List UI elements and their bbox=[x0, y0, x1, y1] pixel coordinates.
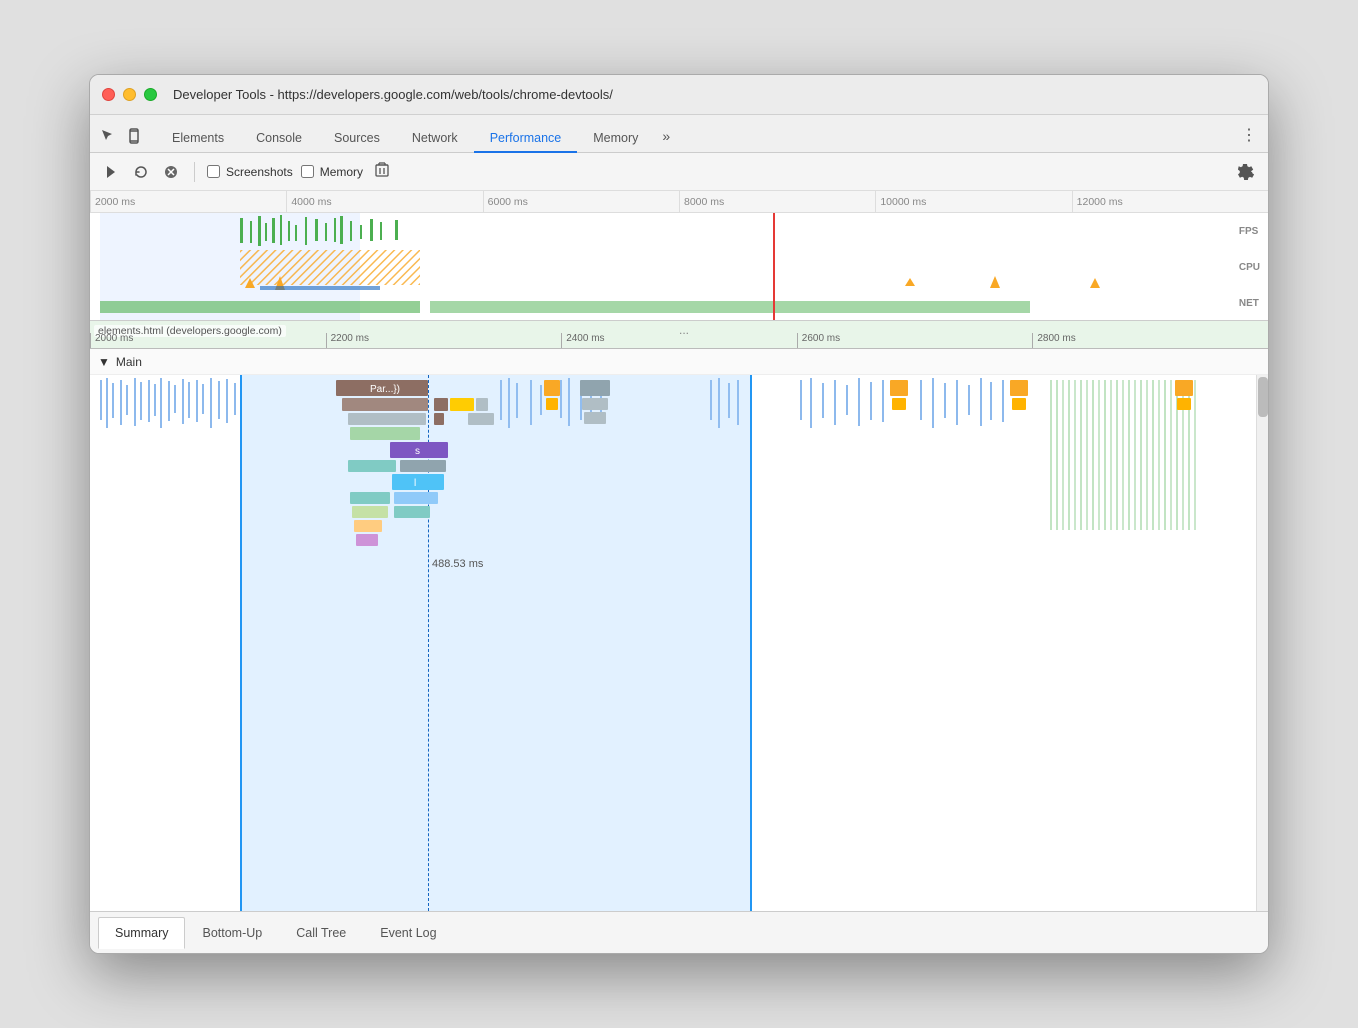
overview-mark-2200: 2200 ms bbox=[326, 333, 562, 349]
ruler-mark-10000: 10000 ms bbox=[875, 191, 1071, 212]
svg-text:488.53 ms: 488.53 ms bbox=[432, 558, 484, 570]
more-options-icon[interactable]: ⋮ bbox=[1238, 124, 1260, 146]
cpu-track bbox=[90, 248, 1268, 293]
tab-elements[interactable]: Elements bbox=[156, 125, 240, 153]
flame-chart-content[interactable]: Par...}) s l bbox=[90, 375, 1268, 911]
tab-call-tree[interactable]: Call Tree bbox=[279, 917, 363, 949]
toolbar: Screenshots Memory bbox=[90, 153, 1268, 191]
tab-event-log[interactable]: Event Log bbox=[363, 917, 453, 949]
tool-icons bbox=[98, 126, 144, 152]
flame-section: ▼ Main bbox=[90, 349, 1268, 911]
bottom-tabs-bar: Summary Bottom-Up Call Tree Event Log bbox=[90, 911, 1268, 953]
tab-sources[interactable]: Sources bbox=[318, 125, 396, 153]
title-bar: Developer Tools - https://developers.goo… bbox=[90, 75, 1268, 115]
tabs-more-button[interactable]: » bbox=[654, 122, 678, 152]
ruler-marks: 2000 ms 4000 ms 6000 ms 8000 ms 10000 ms… bbox=[90, 191, 1268, 212]
flame-scrollbar[interactable] bbox=[1256, 375, 1268, 911]
ruler-mark-12000: 12000 ms bbox=[1072, 191, 1268, 212]
ruler-mark-6000: 6000 ms bbox=[483, 191, 679, 212]
tabs-bar: Elements Console Sources Network Perform… bbox=[90, 115, 1268, 153]
memory-checkbox-group: Memory bbox=[301, 165, 363, 179]
svg-text:Par...}): Par...}) bbox=[370, 384, 400, 395]
screenshots-checkbox[interactable] bbox=[207, 165, 220, 178]
reload-button[interactable] bbox=[130, 161, 152, 183]
clear-recording-button[interactable] bbox=[160, 161, 182, 183]
toolbar-right bbox=[1234, 160, 1258, 184]
screenshots-checkbox-group: Screenshots bbox=[207, 165, 293, 179]
toolbar-divider-1 bbox=[194, 162, 195, 182]
tab-bottom-up[interactable]: Bottom-Up bbox=[185, 917, 279, 949]
ruler-mark-8000: 8000 ms bbox=[679, 191, 875, 212]
devtools-window: Developer Tools - https://developers.goo… bbox=[89, 74, 1269, 954]
memory-label: Memory bbox=[320, 165, 363, 179]
fps-label: FPS bbox=[1239, 226, 1260, 237]
flame-chart-label: Main bbox=[116, 355, 142, 369]
mobile-icon[interactable] bbox=[124, 126, 144, 146]
collapse-toggle[interactable]: ▼ bbox=[98, 355, 110, 369]
tab-network[interactable]: Network bbox=[396, 125, 474, 153]
net-label: NET bbox=[1239, 298, 1260, 309]
close-button[interactable] bbox=[102, 88, 115, 101]
scrollbar-thumb[interactable] bbox=[1258, 377, 1268, 417]
flame-chart-svg: Par...}) s l bbox=[90, 375, 1268, 911]
overview-more-dots: ... bbox=[679, 323, 689, 337]
cursor-icon[interactable] bbox=[98, 126, 118, 146]
overview-mark-2600: 2600 ms bbox=[797, 333, 1033, 349]
overview-mark-2000: 2000 ms bbox=[90, 333, 326, 349]
memory-checkbox[interactable] bbox=[301, 165, 314, 178]
tab-memory[interactable]: Memory bbox=[577, 125, 654, 153]
ruler-mark-2000: 2000 ms bbox=[90, 191, 286, 212]
record-button[interactable] bbox=[100, 161, 122, 183]
timeline-content[interactable]: FPS CPU NET bbox=[90, 213, 1268, 321]
screenshots-label: Screenshots bbox=[226, 165, 293, 179]
cpu-label: CPU bbox=[1239, 262, 1260, 273]
tab-console[interactable]: Console bbox=[240, 125, 318, 153]
fps-track bbox=[90, 213, 1268, 248]
settings-button[interactable] bbox=[1234, 160, 1258, 184]
window-title: Developer Tools - https://developers.goo… bbox=[173, 87, 613, 102]
timeline-ruler: 2000 ms 4000 ms 6000 ms 8000 ms 10000 ms… bbox=[90, 191, 1268, 213]
svg-text:s: s bbox=[415, 446, 420, 457]
overview-mark-2800: 2800 ms bbox=[1032, 333, 1268, 349]
trash-button[interactable] bbox=[375, 162, 389, 181]
ruler-mark-4000: 4000 ms bbox=[286, 191, 482, 212]
svg-text:l: l bbox=[414, 478, 416, 489]
minimize-button[interactable] bbox=[123, 88, 136, 101]
tab-summary[interactable]: Summary bbox=[98, 917, 185, 949]
traffic-lights bbox=[102, 88, 157, 101]
net-track bbox=[90, 293, 1268, 321]
playhead-line bbox=[773, 213, 775, 321]
tab-performance[interactable]: Performance bbox=[474, 125, 578, 153]
flame-chart-header: ▼ Main bbox=[90, 349, 1268, 375]
tabs-menu: ⋮ bbox=[1238, 124, 1260, 152]
maximize-button[interactable] bbox=[144, 88, 157, 101]
timeline-labels: FPS CPU NET bbox=[1239, 213, 1260, 321]
timeline-section[interactable]: 2000 ms 4000 ms 6000 ms 8000 ms 10000 ms… bbox=[90, 191, 1268, 321]
overview-bar[interactable]: elements.html (developers.google.com) 20… bbox=[90, 321, 1268, 349]
